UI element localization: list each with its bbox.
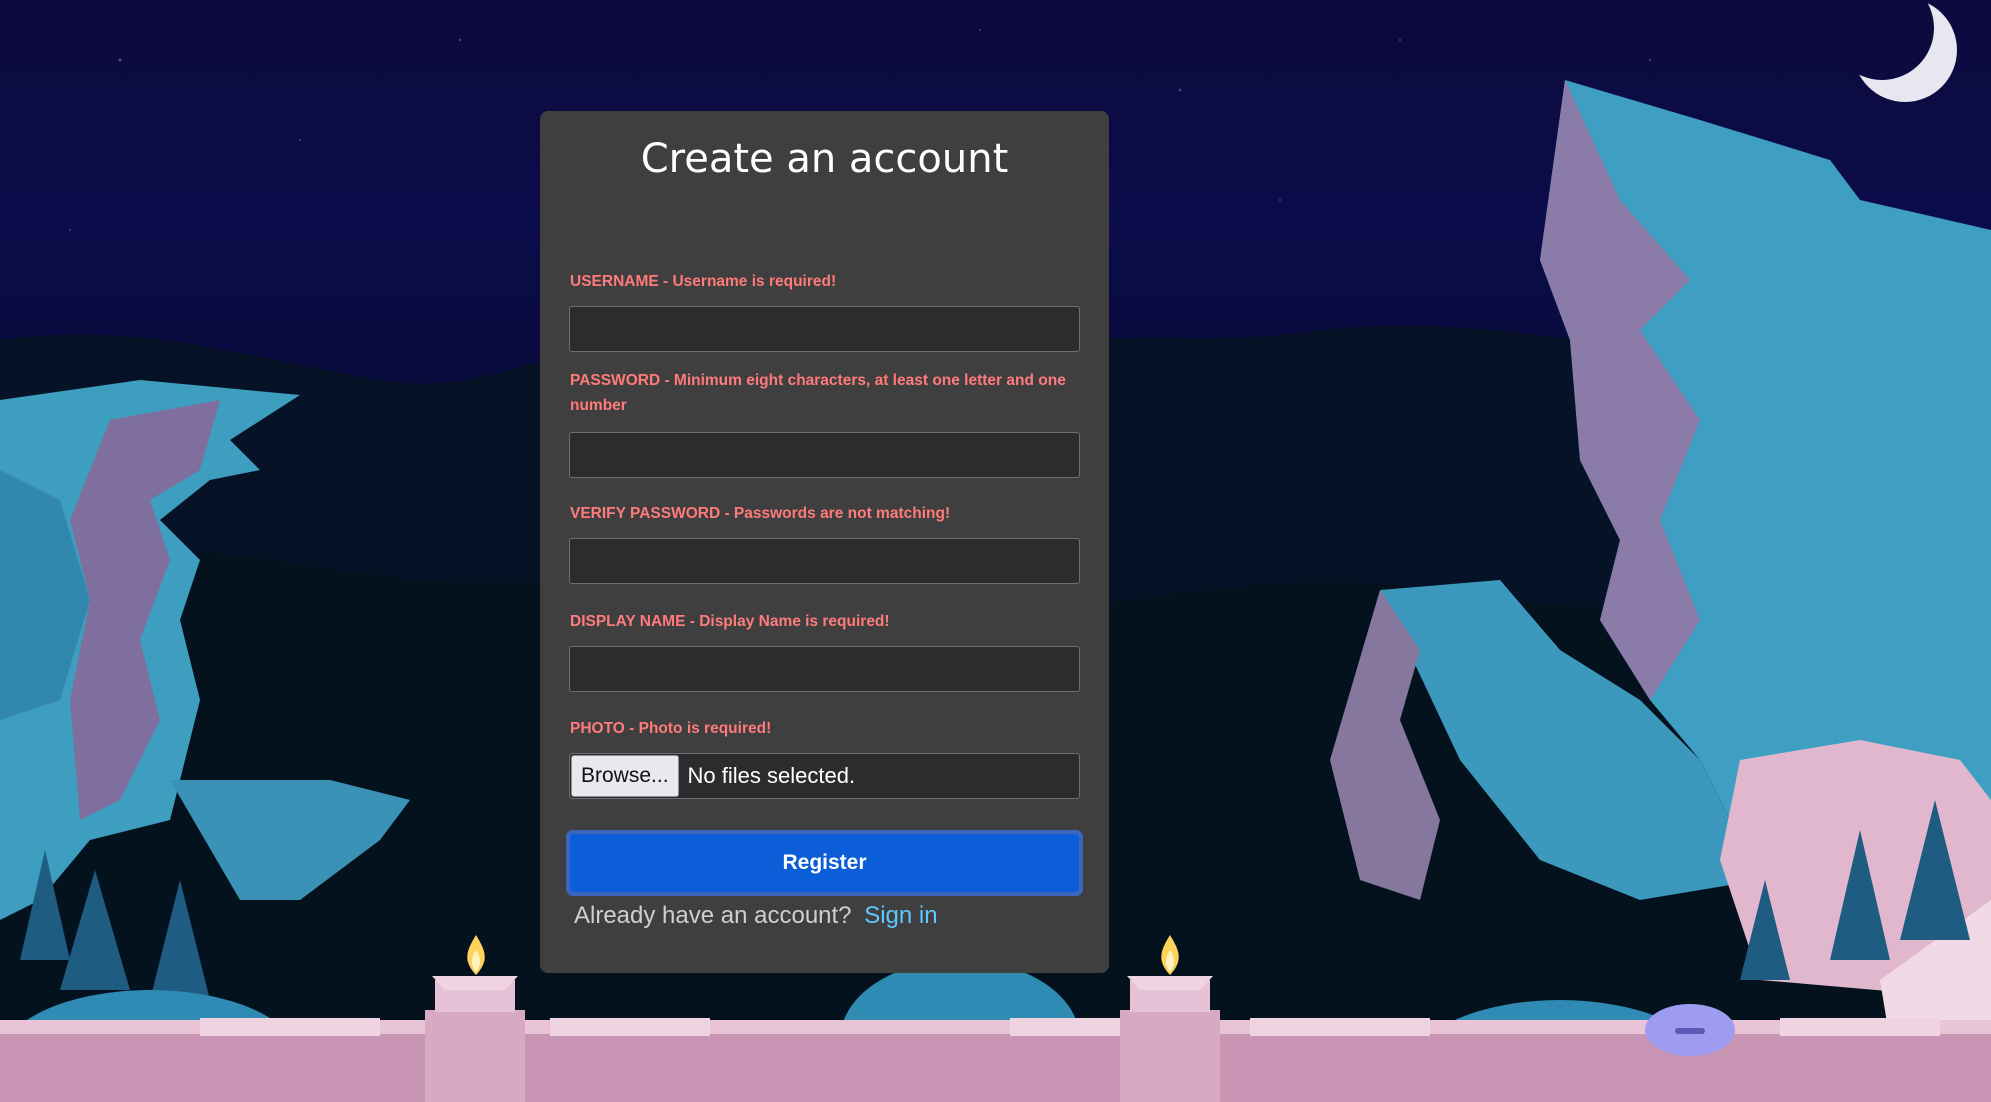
password-input[interactable]: [569, 432, 1080, 478]
browse-button[interactable]: Browse...: [571, 755, 679, 797]
verify-password-label: VERIFY PASSWORD - Passwords are not matc…: [570, 505, 951, 522]
signin-prompt: Already have an account?: [574, 902, 852, 929]
signin-row: Already have an account? Sign in: [574, 902, 938, 930]
robot-figure: [1645, 1004, 1735, 1056]
display-name-input[interactable]: [569, 646, 1080, 692]
candle-pillar-left: [425, 976, 525, 1102]
username-input[interactable]: [569, 306, 1080, 352]
file-status-text: No files selected.: [687, 763, 856, 788]
photo-file-input[interactable]: Browse... No files selected.: [569, 753, 1080, 799]
password-label: PASSWORD - Minimum eight characters, at …: [570, 372, 1066, 414]
login-page: Create an account USERNAME - Username is…: [0, 0, 1991, 1102]
register-button[interactable]: Register: [566, 830, 1083, 896]
crescent-moon-icon: [1830, 0, 1957, 102]
signin-link[interactable]: Sign in: [864, 902, 937, 929]
display-name-label: DISPLAY NAME - Display Name is required!: [570, 613, 890, 630]
username-label: USERNAME - Username is required!: [570, 273, 837, 290]
page-title: Create an account: [640, 136, 1009, 182]
photo-label: PHOTO - Photo is required!: [570, 720, 772, 737]
verify-password-input[interactable]: [569, 538, 1080, 584]
register-card: Create an account USERNAME - Username is…: [540, 111, 1109, 973]
